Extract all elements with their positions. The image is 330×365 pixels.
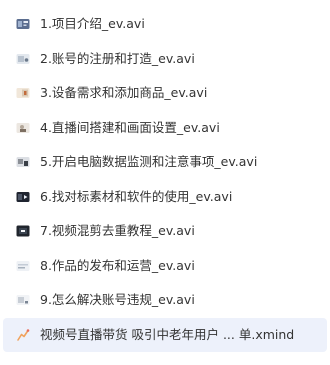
video-thumbnail-icon: [16, 293, 30, 307]
file-name: 7.视频混剪去重教程_ev.avi: [40, 223, 195, 239]
video-thumbnail-icon: [16, 224, 30, 238]
video-thumbnail-icon: [16, 121, 30, 135]
video-thumbnail-icon: [16, 190, 30, 204]
file-name: 3.设备需求和添加商品_ev.avi: [40, 85, 208, 101]
file-name: 1.项目介绍_ev.avi: [40, 16, 145, 32]
file-list: 1.项目介绍_ev.avi 2.账号的注册和打造_ev.avi 3.设备需求和添…: [0, 0, 330, 365]
file-item-8[interactable]: 8.作品的发布和运营_ev.avi: [0, 249, 330, 284]
file-name: 5.开启电脑数据监测和注意事项_ev.avi: [40, 154, 258, 170]
file-item-7[interactable]: 7.视频混剪去重教程_ev.avi: [0, 214, 330, 249]
file-item-2[interactable]: 2.账号的注册和打造_ev.avi: [0, 42, 330, 77]
file-item-9[interactable]: 9.怎么解决账号违规_ev.avi: [0, 283, 330, 318]
file-item-6[interactable]: 6.找对标素材和软件的使用_ev.avi: [0, 180, 330, 215]
file-item-xmind[interactable]: 视频号直播带货 吸引中老年用户 ... 单.xmind: [3, 317, 327, 352]
video-thumbnail-icon: [16, 86, 30, 100]
video-thumbnail-icon: [16, 259, 30, 273]
file-item-5[interactable]: 5.开启电脑数据监测和注意事项_ev.avi: [0, 145, 330, 180]
video-thumbnail-icon: [16, 52, 30, 66]
file-name: 8.作品的发布和运营_ev.avi: [40, 257, 195, 273]
file-item-1[interactable]: 1.项目介绍_ev.avi: [0, 7, 330, 42]
file-item-3[interactable]: 3.设备需求和添加商品_ev.avi: [0, 76, 330, 111]
mindmap-file-icon: [16, 328, 30, 342]
file-name: 9.怎么解决账号违规_ev.avi: [40, 292, 195, 308]
file-item-4[interactable]: 4.直播间搭建和画面设置_ev.avi: [0, 111, 330, 146]
video-thumbnail-icon: [16, 17, 30, 31]
file-name: 视频号直播带货 吸引中老年用户 ... 单.xmind: [40, 326, 295, 342]
file-name: 6.找对标素材和软件的使用_ev.avi: [40, 188, 233, 204]
video-thumbnail-icon: [16, 155, 30, 169]
file-name: 4.直播间搭建和画面设置_ev.avi: [40, 119, 220, 135]
file-name: 2.账号的注册和打造_ev.avi: [40, 50, 195, 66]
